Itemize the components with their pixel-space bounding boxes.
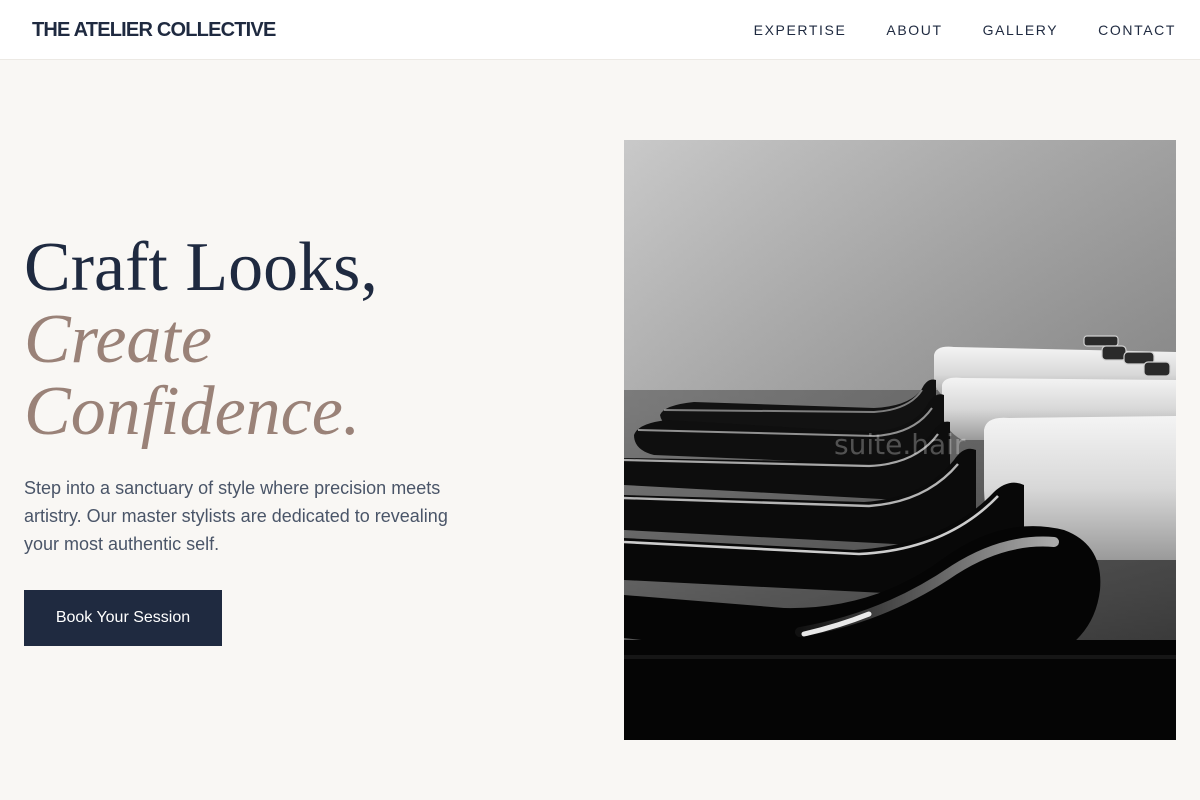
hero-description: Step into a sanctuary of style where pre… <box>24 478 448 554</box>
brand-logo[interactable]: THE ATELIER COLLECTIVE <box>32 19 276 41</box>
nav-link-about[interactable]: ABOUT <box>886 21 942 39</box>
nav-link-gallery[interactable]: GALLERY <box>983 21 1059 39</box>
hero-heading-line2: Create <box>24 301 212 378</box>
nav-link-expertise[interactable]: EXPERTISE <box>754 21 847 39</box>
nav-link-contact[interactable]: CONTACT <box>1098 21 1176 39</box>
hero-image-salon-basins: suite.hair <box>624 140 1176 740</box>
hero-heading-line3: Confidence. <box>24 373 361 450</box>
hero-heading: Craft Looks, Create Confidence. <box>24 232 378 448</box>
main-nav: EXPERTISE ABOUT GALLERY CONTACT <box>754 21 1176 39</box>
hero-heading-line1: Craft Looks, <box>24 229 378 306</box>
book-session-button[interactable]: Book Your Session <box>24 590 222 646</box>
site-header: THE ATELIER COLLECTIVE EXPERTISE ABOUT G… <box>0 0 1200 60</box>
salon-basins-photo <box>624 140 1176 740</box>
